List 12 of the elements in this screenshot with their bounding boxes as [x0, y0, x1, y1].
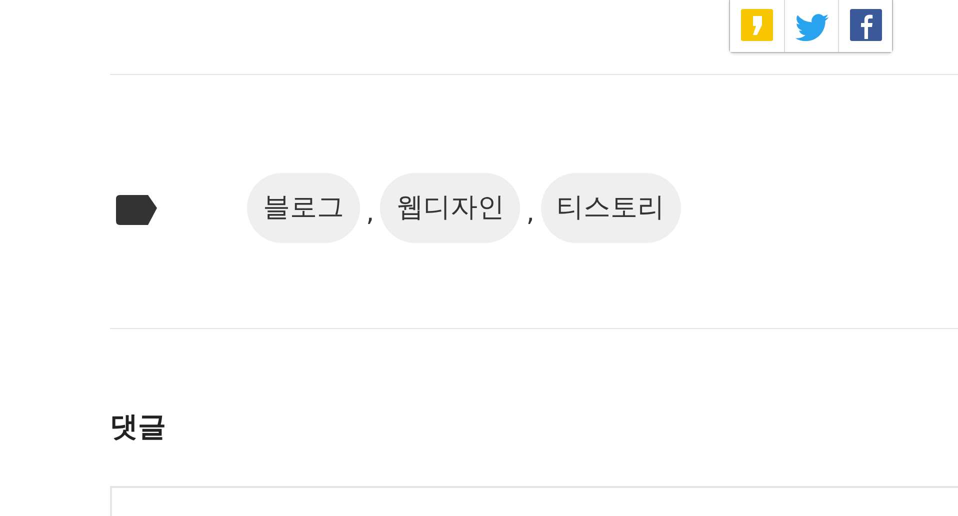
bird-icon [794, 14, 828, 42]
share-button[interactable] [838, 0, 892, 52]
tag-icon [116, 195, 157, 225]
facebook-icon [848, 8, 882, 42]
tag-link[interactable]: 티스토리 [540, 173, 681, 243]
tag-separator: , [366, 196, 374, 230]
comment-input-field[interactable] [110, 486, 958, 516]
comments-heading: 댓글 [110, 409, 166, 445]
tag-link[interactable]: 블로그 [247, 173, 360, 243]
tag-link[interactable]: 웹디자인 [380, 173, 520, 243]
quote-mark-icon [740, 8, 774, 42]
tag-separator: , [526, 196, 535, 230]
